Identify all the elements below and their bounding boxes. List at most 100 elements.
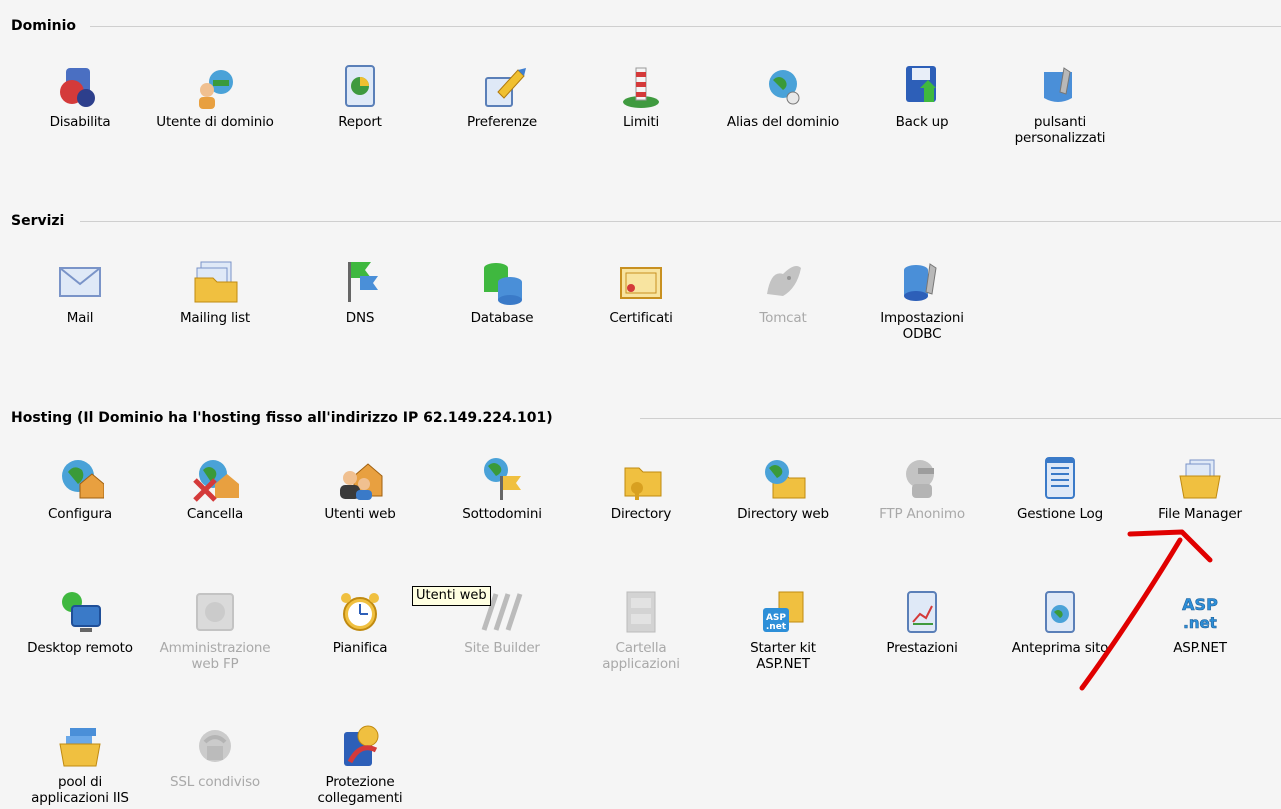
item-label: Preferenze (466, 114, 538, 130)
certificate-icon (617, 258, 665, 306)
iis-pool-icon (56, 722, 104, 770)
item-label: Sottodomini (462, 506, 542, 522)
performance-icon (898, 588, 946, 636)
domain-user-button[interactable]: Utente di dominio (150, 62, 280, 130)
iis-pool-button[interactable]: pool di applicazioni IIS (15, 722, 145, 806)
custom-buttons-icon (1036, 62, 1084, 110)
preferences-button[interactable]: Preferenze (437, 62, 567, 130)
shared-ssl-icon (191, 722, 239, 770)
item-label: Back up (895, 114, 949, 130)
site-preview-button[interactable]: Anteprima sito (995, 588, 1125, 656)
frontpage-admin-icon (191, 588, 239, 636)
disable-button[interactable]: Disabilita (15, 62, 145, 130)
file-manager-icon (1176, 454, 1224, 502)
database-button[interactable]: Database (437, 258, 567, 326)
item-label: Limiti (622, 114, 660, 130)
report-button[interactable]: Report (295, 62, 425, 130)
item-label: pool di applicazioni IIS (31, 774, 129, 806)
svg-text:.net: .net (766, 622, 787, 632)
database-icon (478, 258, 526, 306)
item-label: Mailing list (179, 310, 251, 326)
svg-text:ASP: ASP (1182, 595, 1218, 614)
preferences-icon (478, 62, 526, 110)
alarm-clock-icon (336, 588, 384, 636)
configure-button[interactable]: Configura (15, 454, 145, 522)
log-management-icon (1036, 454, 1084, 502)
starter-kit-icon: ASP .net (759, 588, 807, 636)
mailing-list-icon (191, 258, 239, 306)
web-directory-button[interactable]: Directory web (718, 454, 848, 522)
web-users-icon (336, 454, 384, 502)
item-label: Site Builder (464, 640, 540, 656)
item-label: FTP Anonimo (879, 506, 965, 522)
remote-desktop-button[interactable]: Desktop remoto (15, 588, 145, 656)
delete-icon (191, 454, 239, 502)
alarm-clock-button[interactable]: Pianifica (295, 588, 425, 656)
item-label: Prestazioni (886, 640, 958, 656)
item-label: Starter kit ASP.NET (750, 640, 816, 672)
svg-text:.net: .net (1183, 614, 1217, 632)
dominio-divider (90, 26, 1281, 27)
log-management-button[interactable]: Gestione Log (995, 454, 1125, 522)
limits-icon (617, 62, 665, 110)
aspnet-icon: ASP .net (1176, 588, 1224, 636)
tomcat-icon (759, 258, 807, 306)
starter-kit-button[interactable]: ASP .net Starter kit ASP.NET (718, 588, 848, 672)
application-folder-icon (617, 588, 665, 636)
domain-alias-button[interactable]: Alias del dominio (718, 62, 848, 130)
limits-button[interactable]: Limiti (576, 62, 706, 130)
subdomains-button[interactable]: Sottodomini (437, 454, 567, 522)
dns-button[interactable]: DNS (295, 258, 425, 326)
directory-button[interactable]: Directory (576, 454, 706, 522)
anonymous-ftp-icon (898, 454, 946, 502)
frontpage-admin-button[interactable]: Amministrazione web FP (150, 588, 280, 672)
file-manager-button[interactable]: File Manager (1135, 454, 1265, 522)
directory-icon (617, 454, 665, 502)
tooltip: Utenti web (412, 586, 491, 606)
configure-icon (56, 454, 105, 502)
link-protection-icon (336, 722, 384, 770)
odbc-icon (898, 258, 946, 306)
mailing-list-button[interactable]: Mailing list (150, 258, 280, 326)
item-label: Report (338, 114, 382, 130)
item-label: Desktop remoto (27, 640, 133, 656)
domain-alias-icon (759, 62, 807, 110)
section-title-dominio: Dominio (11, 18, 83, 34)
web-directory-icon (759, 454, 807, 502)
odbc-button[interactable]: Impostazioni ODBC (857, 258, 987, 342)
item-label: SSL condiviso (170, 774, 260, 790)
application-folder-button[interactable]: Cartella applicazioni (576, 588, 706, 672)
item-label: Configura (48, 506, 112, 522)
custom-buttons-button[interactable]: pulsanti personalizzati (995, 62, 1125, 146)
item-label: Utente di dominio (156, 114, 274, 130)
subdomains-icon (478, 454, 526, 502)
web-users-button[interactable]: Utenti web (295, 454, 425, 522)
shared-ssl-button[interactable]: SSL condiviso (150, 722, 280, 790)
tomcat-button[interactable]: Tomcat (718, 258, 848, 326)
item-label: Directory (610, 506, 672, 522)
item-label: Database (470, 310, 534, 326)
delete-button[interactable]: Cancella (150, 454, 280, 522)
item-label: ASP.NET (1173, 640, 1227, 656)
section-title-servizi: Servizi (11, 213, 71, 229)
anonymous-ftp-button[interactable]: FTP Anonimo (857, 454, 987, 522)
item-label: Directory web (737, 506, 829, 522)
section-title-hosting: Hosting (Il Dominio ha l'hosting fisso a… (11, 410, 559, 426)
item-label: Amministrazione web FP (159, 640, 271, 672)
item-label: Tomcat (759, 310, 807, 326)
backup-button[interactable]: Back up (857, 62, 987, 130)
item-label: Disabilita (49, 114, 111, 130)
aspnet-button[interactable]: ASP .net ASP.NET (1135, 588, 1265, 656)
disable-icon (56, 62, 104, 110)
link-protection-button[interactable]: Protezione collegamenti (295, 722, 425, 806)
item-label: Cancella (186, 506, 244, 522)
item-label: Mail (66, 310, 94, 326)
remote-desktop-icon (56, 588, 104, 636)
item-label: Pianifica (332, 640, 388, 656)
mail-button[interactable]: Mail (15, 258, 145, 326)
item-label: File Manager (1158, 506, 1242, 522)
report-icon (336, 62, 384, 110)
item-label: Protezione collegamenti (317, 774, 403, 806)
performance-button[interactable]: Prestazioni (857, 588, 987, 656)
certificate-button[interactable]: Certificati (576, 258, 706, 326)
